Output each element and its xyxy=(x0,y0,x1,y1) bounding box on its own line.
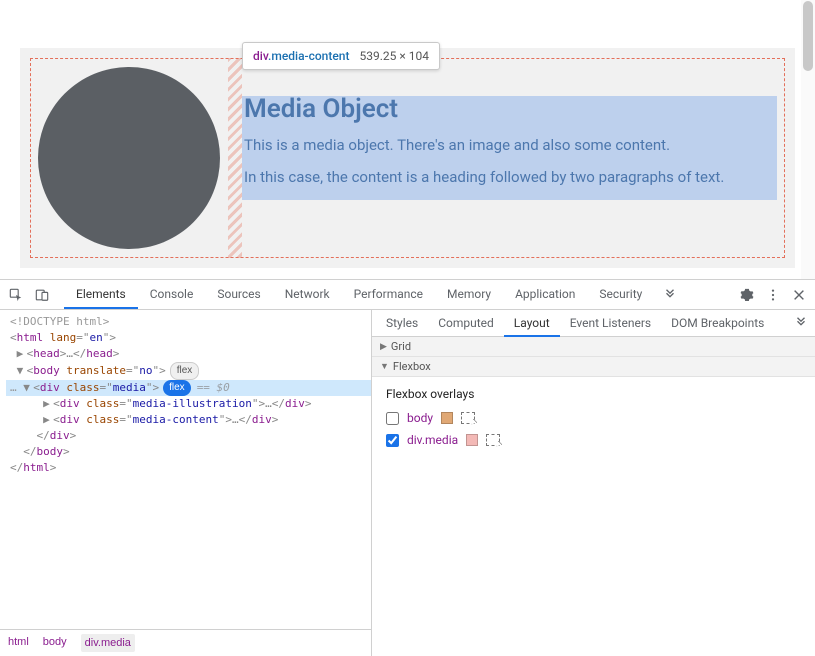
tooltip-dimensions: 539.25 × 104 xyxy=(359,49,428,63)
placeholder-circle xyxy=(38,67,220,249)
dom-line[interactable]: ▼<body translate="no">flex xyxy=(6,362,371,380)
side-panel: Styles Computed Layout Event Listeners D… xyxy=(372,310,815,656)
overlay-toggle-icon[interactable] xyxy=(461,412,475,424)
tab-elements[interactable]: Elements xyxy=(64,280,138,309)
overlay-label[interactable]: div.media xyxy=(407,433,458,447)
dom-line[interactable]: ▶<div class="media-content">…</div> xyxy=(6,412,371,428)
tab-memory[interactable]: Memory xyxy=(435,280,503,309)
media-paragraph: In this case, the content is a heading f… xyxy=(244,168,775,186)
more-tabs-icon[interactable] xyxy=(660,285,680,305)
more-tabs-icon[interactable] xyxy=(791,313,811,333)
device-toolbar-icon[interactable] xyxy=(32,285,52,305)
media-paragraph: This is a media object. There's an image… xyxy=(244,136,775,154)
flexbox-overlays: Flexbox overlays body div.media xyxy=(372,377,815,465)
overlay-toggle-icon[interactable] xyxy=(486,434,500,446)
gear-icon[interactable] xyxy=(737,285,757,305)
inspect-tooltip: div.media-content 539.25 × 104 xyxy=(242,42,440,70)
dom-tree[interactable]: <!DOCTYPE html> <html lang="en"> ▶<head>… xyxy=(0,310,371,629)
chevron-down-icon: ▼ xyxy=(380,361,389,372)
flexbox-overlays-title: Flexbox overlays xyxy=(386,387,801,401)
tab-application[interactable]: Application xyxy=(503,280,587,309)
flex-badge-active[interactable]: flex xyxy=(163,380,191,396)
side-tabs: Styles Computed Layout Event Listeners D… xyxy=(372,310,815,337)
dom-line[interactable]: </body> xyxy=(6,444,371,460)
dom-line-selected[interactable]: … ▼<div class="media">flex== $0 xyxy=(6,380,371,396)
section-label: Flexbox xyxy=(393,360,431,373)
page-canvas: div.media-content 539.25 × 104 Media Obj… xyxy=(20,48,795,268)
media-content: div.media-content 539.25 × 104 Media Obj… xyxy=(242,58,785,258)
dom-line[interactable]: ▶<head>…</head> xyxy=(6,346,371,362)
media-row: div.media-content 539.25 × 104 Media Obj… xyxy=(30,58,785,258)
breadcrumb-item-current[interactable]: div.media xyxy=(81,634,135,652)
overlay-label[interactable]: body xyxy=(407,411,433,425)
chevron-right-icon: ▶ xyxy=(380,342,387,352)
section-grid[interactable]: ▶ Grid xyxy=(372,337,815,357)
tab-performance[interactable]: Performance xyxy=(342,280,435,309)
tab-network[interactable]: Network xyxy=(273,280,342,309)
tooltip-tag: div.media-content xyxy=(253,49,349,63)
page-viewport: div.media-content 539.25 × 104 Media Obj… xyxy=(0,0,815,280)
dom-line[interactable]: <!DOCTYPE html> xyxy=(6,314,371,330)
media-illustration xyxy=(30,58,228,258)
devtools-toolbar: Elements Console Sources Network Perform… xyxy=(0,280,815,310)
breadcrumb: html body div.media xyxy=(0,629,371,656)
dom-line[interactable]: </html> xyxy=(6,460,371,476)
tab-security[interactable]: Security xyxy=(587,280,654,309)
color-swatch[interactable] xyxy=(466,434,478,446)
eq-dollar-zero: == $0 xyxy=(197,381,230,394)
dom-line[interactable]: <html lang="en"> xyxy=(6,330,371,346)
dom-line[interactable]: ▶<div class="media-illustration">…</div> xyxy=(6,396,371,412)
tab-event-listeners[interactable]: Event Listeners xyxy=(560,310,661,337)
tab-dom-breakpoints[interactable]: DOM Breakpoints xyxy=(661,310,774,337)
tab-layout[interactable]: Layout xyxy=(504,310,560,337)
breadcrumb-item[interactable]: html xyxy=(8,634,29,652)
section-flexbox[interactable]: ▼ Flexbox xyxy=(372,357,815,377)
tab-computed[interactable]: Computed xyxy=(428,310,504,337)
media-heading: Media Object xyxy=(244,94,775,124)
overlay-checkbox-divmedia[interactable] xyxy=(386,434,399,447)
kebab-icon[interactable] xyxy=(763,285,783,305)
flex-badge[interactable]: flex xyxy=(170,362,200,380)
flexbox-overlay-row: div.media xyxy=(386,433,801,447)
dom-panel: <!DOCTYPE html> <html lang="en"> ▶<head>… xyxy=(0,310,372,656)
color-swatch[interactable] xyxy=(441,412,453,424)
page-scrollbar[interactable] xyxy=(801,0,815,279)
tab-console[interactable]: Console xyxy=(138,280,206,309)
devtools-top-tabs: Elements Console Sources Network Perform… xyxy=(64,280,654,309)
dom-line[interactable]: </div> xyxy=(6,428,371,444)
inspect-element-icon[interactable] xyxy=(6,285,26,305)
devtools: Elements Console Sources Network Perform… xyxy=(0,280,815,656)
overlay-checkbox-body[interactable] xyxy=(386,412,399,425)
tab-sources[interactable]: Sources xyxy=(205,280,272,309)
breadcrumb-item[interactable]: body xyxy=(43,634,67,652)
flexbox-overlay-row: body xyxy=(386,411,801,425)
section-label: Grid xyxy=(391,340,411,353)
tab-styles[interactable]: Styles xyxy=(376,310,428,337)
devtools-body: <!DOCTYPE html> <html lang="en"> ▶<head>… xyxy=(0,310,815,656)
close-icon[interactable] xyxy=(789,285,809,305)
